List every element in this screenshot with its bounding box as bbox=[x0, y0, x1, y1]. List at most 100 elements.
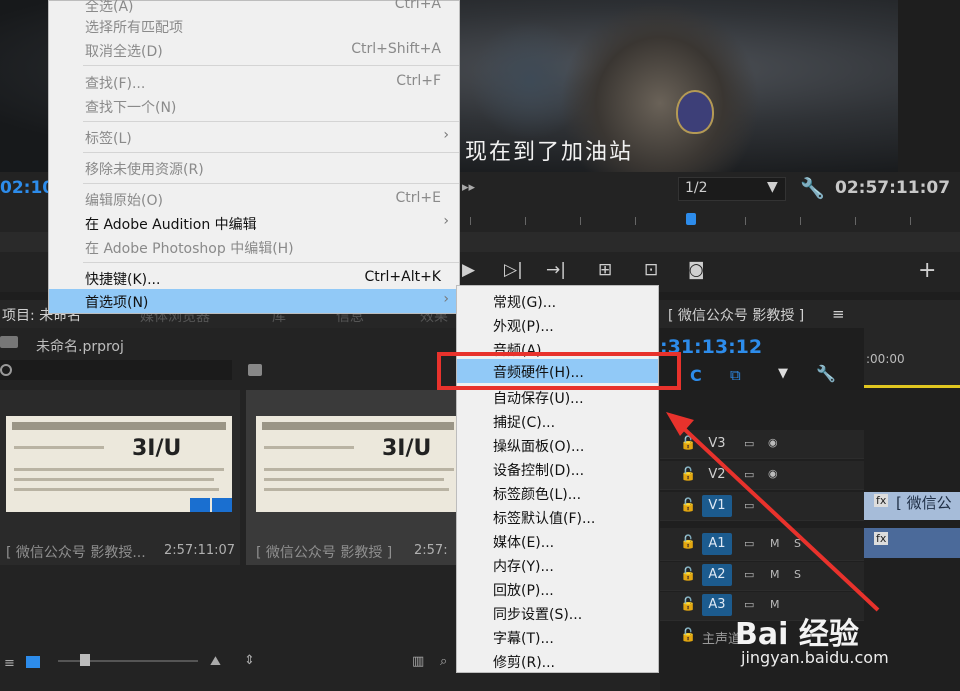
add-marker-icon[interactable]: ▼ bbox=[778, 366, 788, 381]
sync-lock-icon[interactable]: ▭ bbox=[744, 568, 754, 581]
submenu-item-capture[interactable]: 捕捉(C)... bbox=[457, 409, 658, 433]
mute-button[interactable]: M bbox=[770, 568, 780, 581]
clip-name-1[interactable]: [ 微信公众号 影教授... bbox=[6, 542, 146, 562]
clip-name-2[interactable]: [ 微信公众号 影教授 ] bbox=[256, 542, 392, 562]
solo-button[interactable]: S bbox=[794, 537, 801, 550]
wrench-icon[interactable]: 🔧 bbox=[800, 176, 825, 200]
track-name-a1[interactable]: A1 bbox=[702, 533, 732, 555]
clip-thumbnail-2[interactable]: 3I/U bbox=[256, 416, 460, 512]
submenu-item-label-defaults[interactable]: 标签默认值(F)... bbox=[457, 505, 658, 529]
submenu-item-playback[interactable]: 回放(P)... bbox=[457, 577, 658, 601]
sync-lock-icon[interactable]: ▭ bbox=[744, 537, 754, 550]
go-to-out-icon[interactable]: →| bbox=[546, 260, 566, 280]
submenu-item-captions[interactable]: 字幕(T)... bbox=[457, 625, 658, 649]
zoom-value: 1/2 bbox=[685, 180, 708, 196]
track-name-a3[interactable]: A3 bbox=[702, 594, 732, 616]
playhead-marker[interactable] bbox=[686, 213, 696, 225]
project-search-input[interactable] bbox=[0, 360, 232, 380]
lock-icon[interactable]: 🔓 bbox=[680, 535, 696, 550]
step-forward-icon[interactable]: ▷| bbox=[504, 260, 523, 280]
overwrite-icon[interactable]: ⊡ bbox=[644, 260, 658, 280]
linked-selection-icon[interactable]: ⧉ bbox=[730, 366, 741, 384]
search-icon bbox=[0, 364, 12, 376]
zoom-slider[interactable] bbox=[58, 660, 198, 662]
work-area-bar[interactable] bbox=[864, 385, 960, 388]
insert-icon[interactable]: ⊞ bbox=[598, 260, 612, 280]
clip-duration-1: 2:57:11:07 bbox=[164, 543, 236, 558]
timeline-settings-icon[interactable]: 🔧 bbox=[816, 364, 836, 383]
camera-icon[interactable]: ◙ bbox=[688, 260, 705, 280]
sequence-tab[interactable]: [ 微信公众号 影教授 ] bbox=[668, 305, 804, 325]
sync-lock-icon[interactable]: ▭ bbox=[744, 468, 754, 481]
menu-item-deselect-all[interactable]: 取消全选(D) Ctrl+Shift+A bbox=[49, 38, 459, 62]
edit-menu: 全选(A) Ctrl+A 选择所有匹配项 取消全选(D) Ctrl+Shift+A … bbox=[48, 0, 460, 314]
new-bin-icon[interactable] bbox=[248, 364, 262, 376]
video-tag-icon bbox=[190, 498, 210, 512]
list-view-icon[interactable]: ≡ bbox=[4, 656, 15, 671]
submenu-item-control-surface[interactable]: 操纵面板(O)... bbox=[457, 433, 658, 457]
fx-badge: fx bbox=[874, 494, 889, 507]
menu-item-edit-in-audition[interactable]: 在 Adobe Audition 中编辑 › bbox=[49, 211, 459, 235]
add-button[interactable]: + bbox=[918, 258, 936, 283]
menu-item-edit-original[interactable]: 编辑原始(O) Ctrl+E bbox=[49, 187, 459, 211]
menu-item-preferences[interactable]: 首选项(N) › bbox=[49, 289, 459, 313]
playhead-timecode[interactable]: 02:10 bbox=[0, 178, 54, 198]
track-name-v3[interactable]: V3 bbox=[702, 433, 732, 455]
lock-icon[interactable]: 🔓 bbox=[680, 436, 696, 451]
track-name-v2[interactable]: V2 bbox=[702, 464, 732, 486]
thumbnail-seal-text-2: 3I/U bbox=[382, 436, 432, 461]
submenu-item-device-control[interactable]: 设备控制(D)... bbox=[457, 457, 658, 481]
submenu-item-general[interactable]: 常规(G)... bbox=[457, 289, 658, 313]
baidu-watermark-logo: Bai 经验 bbox=[735, 617, 859, 652]
menu-separator bbox=[83, 262, 459, 263]
panel-menu-icon[interactable]: ≡ bbox=[832, 305, 845, 323]
menu-item-remove-unused[interactable]: 移除未使用资源(R) bbox=[49, 156, 459, 180]
menu-item-find-next[interactable]: 查找下一个(N) bbox=[49, 94, 459, 118]
zoom-slider-thumb[interactable] bbox=[80, 654, 90, 666]
lock-icon[interactable]: 🔓 bbox=[680, 567, 696, 582]
submenu-item-memory[interactable]: 内存(Y)... bbox=[457, 553, 658, 577]
snap-icon[interactable]: C bbox=[690, 366, 702, 385]
police-badge bbox=[676, 90, 714, 134]
icon-view-icon[interactable] bbox=[26, 656, 40, 668]
folder-up-icon[interactable] bbox=[0, 336, 18, 348]
lock-icon[interactable]: 🔓 bbox=[680, 628, 696, 643]
submenu-item-sync-settings[interactable]: 同步设置(S)... bbox=[457, 601, 658, 625]
submenu-item-media[interactable]: 媒体(E)... bbox=[457, 529, 658, 553]
menu-item-find[interactable]: 查找(F)... Ctrl+F bbox=[49, 70, 459, 94]
lock-icon[interactable]: 🔓 bbox=[680, 498, 696, 513]
track-name-v1[interactable]: V1 bbox=[702, 495, 732, 517]
menu-item-label[interactable]: 标签(L) › bbox=[49, 125, 459, 149]
baidu-watermark-domain: jingyan.baidu.com bbox=[741, 648, 889, 667]
play-icon[interactable]: ▶ bbox=[462, 260, 475, 280]
find-icon[interactable]: ⌕ bbox=[440, 654, 447, 669]
mountains-icon: ⛰ bbox=[210, 654, 221, 669]
ruler-timecode: :00:00 bbox=[866, 352, 905, 366]
lock-icon[interactable]: 🔓 bbox=[680, 467, 696, 482]
preferences-submenu: 常规(G)... 外观(P)... 音频(A)... 音频硬件(H)... 自动… bbox=[456, 285, 659, 673]
submenu-item-trim[interactable]: 修剪(R)... bbox=[457, 649, 658, 673]
menu-item-keyboard-shortcuts[interactable]: 快捷键(K)... Ctrl+Alt+K bbox=[49, 266, 459, 290]
chevron-down-icon: ▼ bbox=[767, 179, 778, 195]
submenu-item-label-colors[interactable]: 标签颜色(L)... bbox=[457, 481, 658, 505]
sync-lock-icon[interactable]: ▭ bbox=[744, 437, 754, 450]
mute-button[interactable]: M bbox=[770, 537, 780, 550]
sort-icon[interactable]: ⇕ bbox=[244, 653, 255, 668]
sync-lock-icon[interactable]: ▭ bbox=[744, 499, 754, 512]
menu-separator bbox=[83, 121, 459, 122]
menu-item-select-all-matching[interactable]: 选择所有匹配项 bbox=[49, 14, 459, 38]
thumbnail-seal-text: 3I/U bbox=[132, 436, 182, 461]
track-name-a2[interactable]: A2 bbox=[702, 564, 732, 586]
submenu-item-appearance[interactable]: 外观(P)... bbox=[457, 313, 658, 337]
storyboard-icon[interactable]: ▥ bbox=[412, 654, 424, 669]
lock-icon[interactable]: 🔓 bbox=[680, 597, 696, 612]
solo-button[interactable]: S bbox=[794, 568, 801, 581]
clip-thumbnail-1[interactable]: 3I/U bbox=[6, 416, 232, 512]
zoom-select[interactable]: 1/2 ▼ bbox=[678, 177, 786, 201]
project-panel-footer bbox=[0, 652, 460, 678]
clip-duration-2: 2:57: bbox=[414, 543, 448, 558]
project-file-name: 未命名.prproj bbox=[36, 339, 124, 355]
eye-icon[interactable]: ◉ bbox=[768, 436, 778, 449]
menu-item-edit-in-photoshop[interactable]: 在 Adobe Photoshop 中编辑(H) bbox=[49, 235, 459, 259]
eye-icon[interactable]: ◉ bbox=[768, 467, 778, 480]
